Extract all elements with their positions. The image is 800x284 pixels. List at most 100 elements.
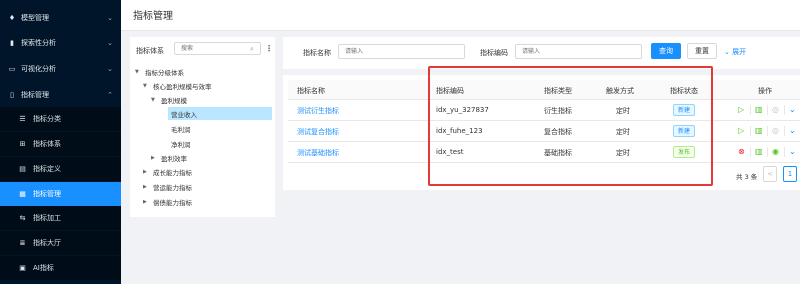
tree-node[interactable]: ▼ 盈利规模 [151, 93, 187, 106]
chevron-down-icon: ⌄ [724, 48, 730, 56]
expand-toggle[interactable]: ⌄ 展开 [724, 47, 746, 57]
page-header: 指标管理 [121, 0, 800, 31]
tree-node-label: 指标分级体系 [145, 68, 184, 77]
divider [767, 147, 768, 157]
tree-node-label: 核心盈利规模与效率 [153, 82, 212, 91]
table-header: 指标名称 指标编码 指标类型 触发方式 指标状态 操作 [288, 80, 800, 100]
caret-right-icon[interactable]: ▶ [151, 155, 158, 161]
bar-chart-icon: ▮ [10, 39, 14, 47]
query-button[interactable]: 查询 [651, 43, 681, 59]
pagination-page-button[interactable]: 1 [783, 166, 797, 182]
sidebar: ♦ 模型管理 ⌄ ▮ 探索性分析 ⌄ ▭ 可视化分析 ⌄ ▯ 指标管理 ⌃ ☰ … [0, 0, 121, 284]
caret-right-icon[interactable]: ▶ [143, 169, 150, 175]
chevron-down-icon: ⌄ [107, 14, 113, 22]
reset-button[interactable]: 重置 [687, 43, 717, 59]
table-edit-icon[interactable]: ▥ [755, 147, 763, 156]
indicator-name-link[interactable]: 测试复合指标 [297, 127, 339, 137]
submenu-label: 指标体系 [33, 140, 61, 148]
submenu-ai-indicator[interactable]: ▣ AI指标 [0, 256, 121, 280]
indicator-name-link[interactable]: 测试基础指标 [297, 148, 339, 158]
more-vertical-icon[interactable]: ⋮ [265, 44, 273, 53]
submenu-label: 指标管理 [33, 190, 61, 198]
trigger-mode: 定时 [616, 107, 630, 115]
indicator-type: 衍生指标 [544, 107, 572, 115]
expand-label: 展开 [732, 48, 747, 56]
tree-node[interactable]: 毛利润 [171, 122, 191, 135]
pagination-total: 共 3 条 [736, 173, 758, 181]
caret-down-icon[interactable]: ▼ [151, 97, 158, 103]
submenu-indicator-definition[interactable]: ▤ 指标定义 [0, 157, 121, 181]
submenu-indicator-hall[interactable]: ≣ 指标大厅 [0, 231, 121, 255]
tree-node-label: 偿债能力指标 [153, 198, 192, 207]
indicator-code: idx_test [436, 148, 464, 156]
cancel-circle-icon[interactable]: ⊗ [738, 147, 745, 156]
tree-node-label: 营业收入 [171, 110, 197, 119]
indicator-code-input[interactable] [515, 44, 642, 59]
pagination-prev-button[interactable]: < [763, 166, 777, 182]
run-icon[interactable]: ▷ [738, 105, 744, 114]
divider [784, 105, 785, 115]
tree-node-label: 营运能力指标 [153, 183, 192, 192]
column-header: 指标状态 [670, 87, 698, 95]
indicator-code: idx_yu_327837 [436, 106, 489, 114]
chevron-down-icon: ⌄ [107, 39, 113, 47]
pause-icon[interactable]: ◎ [772, 105, 779, 114]
menu-visual-analysis[interactable]: ▭ 可视化分析 ⌄ [0, 57, 121, 81]
more-chevron-icon[interactable]: ⌄ [789, 147, 796, 156]
location-pin-icon: ♦ [8, 14, 16, 22]
menu-exploratory-analysis[interactable]: ▮ 探索性分析 ⌄ [0, 31, 121, 55]
search-form: 指标名称 指标编码 查询 重置 ⌄ 展开 [283, 37, 800, 69]
caret-down-icon[interactable]: ▼ [135, 69, 142, 75]
table-edit-icon[interactable]: ▥ [755, 126, 763, 135]
tree-node-label: 成长能力指标 [153, 168, 192, 177]
trigger-mode: 定时 [616, 128, 630, 136]
pause-icon[interactable]: ◎ [772, 126, 779, 135]
tree-node[interactable]: ▼ 核心盈利规模与效率 [143, 79, 212, 92]
table-row: 测试复合指标 idx_fuhe_123 复合指标 定时 新建 ▷ ▥ ◎ ⌄ [288, 121, 800, 142]
column-header: 操作 [758, 87, 772, 95]
caret-right-icon[interactable]: ▶ [143, 199, 150, 205]
tree-node[interactable]: ▶ 盈利效率 [151, 151, 187, 164]
menu-label: 指标管理 [21, 91, 49, 99]
more-chevron-icon[interactable]: ⌄ [789, 126, 796, 135]
indicator-code: idx_fuhe_123 [436, 127, 483, 135]
tree-node-label: 毛利润 [171, 125, 191, 134]
submenu-indicator-system[interactable]: ⊞ 指标体系 [0, 132, 121, 156]
play-circle-icon[interactable]: ◉ [772, 147, 779, 156]
divider [750, 147, 751, 157]
tree-node-selected[interactable]: 营业收入 [168, 107, 272, 120]
submenu-label: 指标加工 [33, 214, 61, 222]
indicator-name-link[interactable]: 测试衍生指标 [297, 106, 339, 116]
menu-model-management[interactable]: ♦ 模型管理 ⌄ [0, 6, 121, 30]
tree-node-label: 盈利规模 [161, 96, 187, 105]
doc-edit-icon: ▤ [19, 165, 26, 173]
table-edit-icon[interactable]: ▥ [755, 105, 763, 114]
column-header: 指标类型 [544, 87, 572, 95]
tree-node[interactable]: ▶ 成长能力指标 [143, 165, 192, 178]
menu-label: 可视化分析 [21, 65, 56, 73]
tree-node[interactable]: ▼ 指标分级体系 [135, 65, 184, 78]
indicator-name-input[interactable] [338, 44, 465, 59]
grid-icon: ▦ [19, 190, 26, 198]
caret-down-icon[interactable]: ▼ [143, 83, 150, 89]
list-icon: ☰ [19, 115, 26, 123]
submenu-indicator-management[interactable]: ▦ 指标管理 [0, 182, 121, 206]
submenu-label: 指标分类 [33, 115, 61, 123]
run-icon[interactable]: ▷ [738, 126, 744, 135]
status-badge: 发布 [673, 146, 696, 158]
submenu-indicator-processing[interactable]: ⇆ 指标加工 [0, 206, 121, 230]
more-chevron-icon[interactable]: ⌄ [789, 105, 796, 114]
search-icon[interactable]: ⌕ [250, 45, 254, 54]
tree-node[interactable]: ▶ 偿债能力指标 [143, 195, 192, 208]
trigger-mode: 定时 [616, 149, 630, 157]
submenu-label: AI指标 [33, 264, 54, 272]
indicator-type: 基础指标 [544, 149, 572, 157]
menu-label: 模型管理 [21, 14, 49, 22]
monitor-icon: ▭ [8, 65, 16, 73]
caret-right-icon[interactable]: ▶ [143, 184, 150, 190]
tree-node[interactable]: ▶ 营运能力指标 [143, 180, 192, 193]
tree-node[interactable]: 净利润 [171, 137, 191, 150]
submenu-indicator-category[interactable]: ☰ 指标分类 [0, 107, 121, 131]
tree-search-input[interactable] [174, 42, 261, 55]
menu-indicator-management[interactable]: ▯ 指标管理 ⌃ [0, 83, 121, 107]
